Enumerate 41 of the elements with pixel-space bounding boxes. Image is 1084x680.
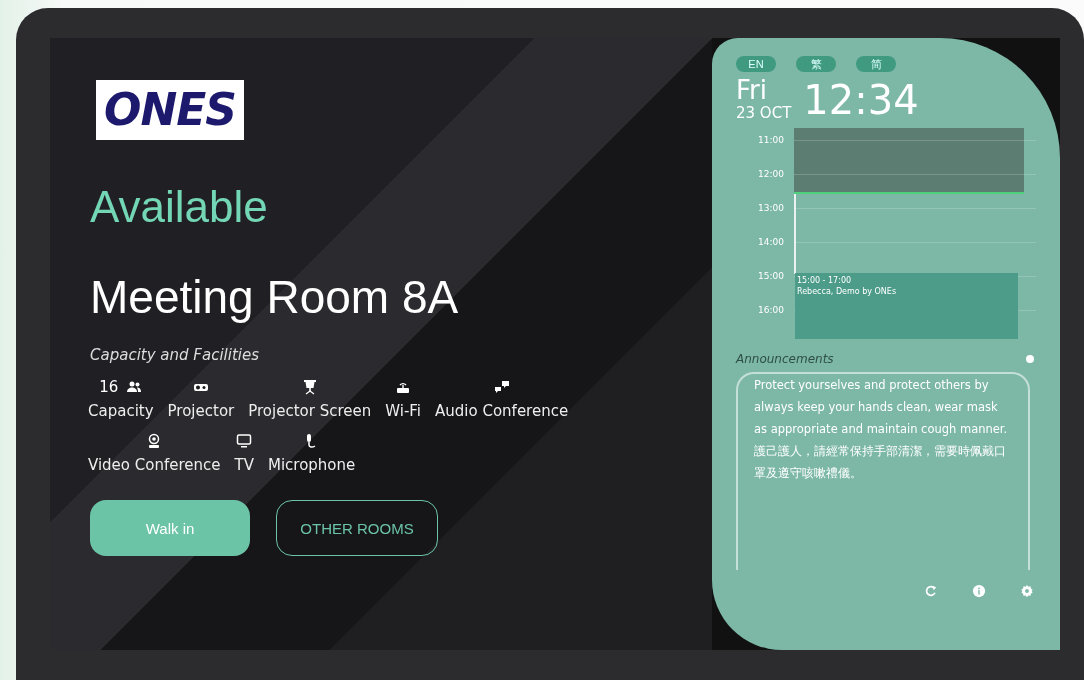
language-button[interactable]: EN: [736, 56, 776, 72]
walk-in-button[interactable]: Walk in: [90, 500, 250, 556]
event-time: 15:00 - 17:00: [797, 275, 853, 286]
facility-label: Microphone: [267, 456, 356, 474]
facility-label: Wi-Fi: [385, 402, 422, 420]
settings-icon[interactable]: [1020, 584, 1034, 598]
hour-label: 11:00: [758, 135, 784, 145]
speech-bubbles-icon: [493, 379, 510, 395]
announcement-text: 護己護人，請經常保持手部清潔，需要時佩戴口罩及遵守咳嗽禮儀。: [754, 443, 1007, 482]
refresh-icon[interactable]: [924, 584, 938, 598]
hour-label: 16:00: [758, 305, 784, 315]
event-block[interactable]: 15:00 - 17:00 Rebecca, Demo by ONEs: [795, 273, 1018, 339]
hour-label: 15:00: [758, 271, 784, 281]
facility-label: Video Conference: [88, 456, 221, 474]
facility-label: Projector Screen: [248, 402, 372, 420]
event-title: Rebecca, Demo by ONEs: [797, 286, 898, 297]
room-status: Available: [90, 182, 269, 232]
hour-label: 13:00: [758, 203, 784, 213]
facility-label: TV: [234, 456, 254, 474]
hour-label: 14:00: [758, 237, 784, 247]
language-button[interactable]: 简: [856, 56, 896, 72]
capacity-count: 16: [99, 378, 119, 396]
language-button[interactable]: 繁: [796, 56, 836, 72]
announcements-title: Announcements: [736, 352, 834, 366]
people-icon: [126, 379, 143, 395]
announcement-text: Protect yourselves and protect others by always keep your hands clean, wear mask as appropriate and maintain cough manner.: [754, 377, 1009, 438]
room-name: Meeting Room 8A: [90, 270, 460, 324]
page-dot-icon: [1026, 355, 1034, 363]
logo: ONES: [96, 80, 244, 140]
other-rooms-button[interactable]: OTHER ROOMS: [276, 500, 438, 556]
facility-label: Capacity: [88, 402, 154, 420]
facility-label: Projector: [167, 402, 235, 420]
hour-label: 12:00: [758, 169, 784, 179]
tv-icon: [236, 433, 253, 449]
clock-time: 12:34: [803, 78, 919, 122]
facility-label: Audio Conference: [435, 402, 569, 420]
weekday: Fri: [736, 76, 768, 104]
section-title: Capacity and Facilities: [90, 346, 260, 364]
projection-screen-icon: [301, 379, 318, 395]
info-icon[interactable]: [972, 584, 986, 598]
date: 23 OCT: [736, 104, 792, 122]
